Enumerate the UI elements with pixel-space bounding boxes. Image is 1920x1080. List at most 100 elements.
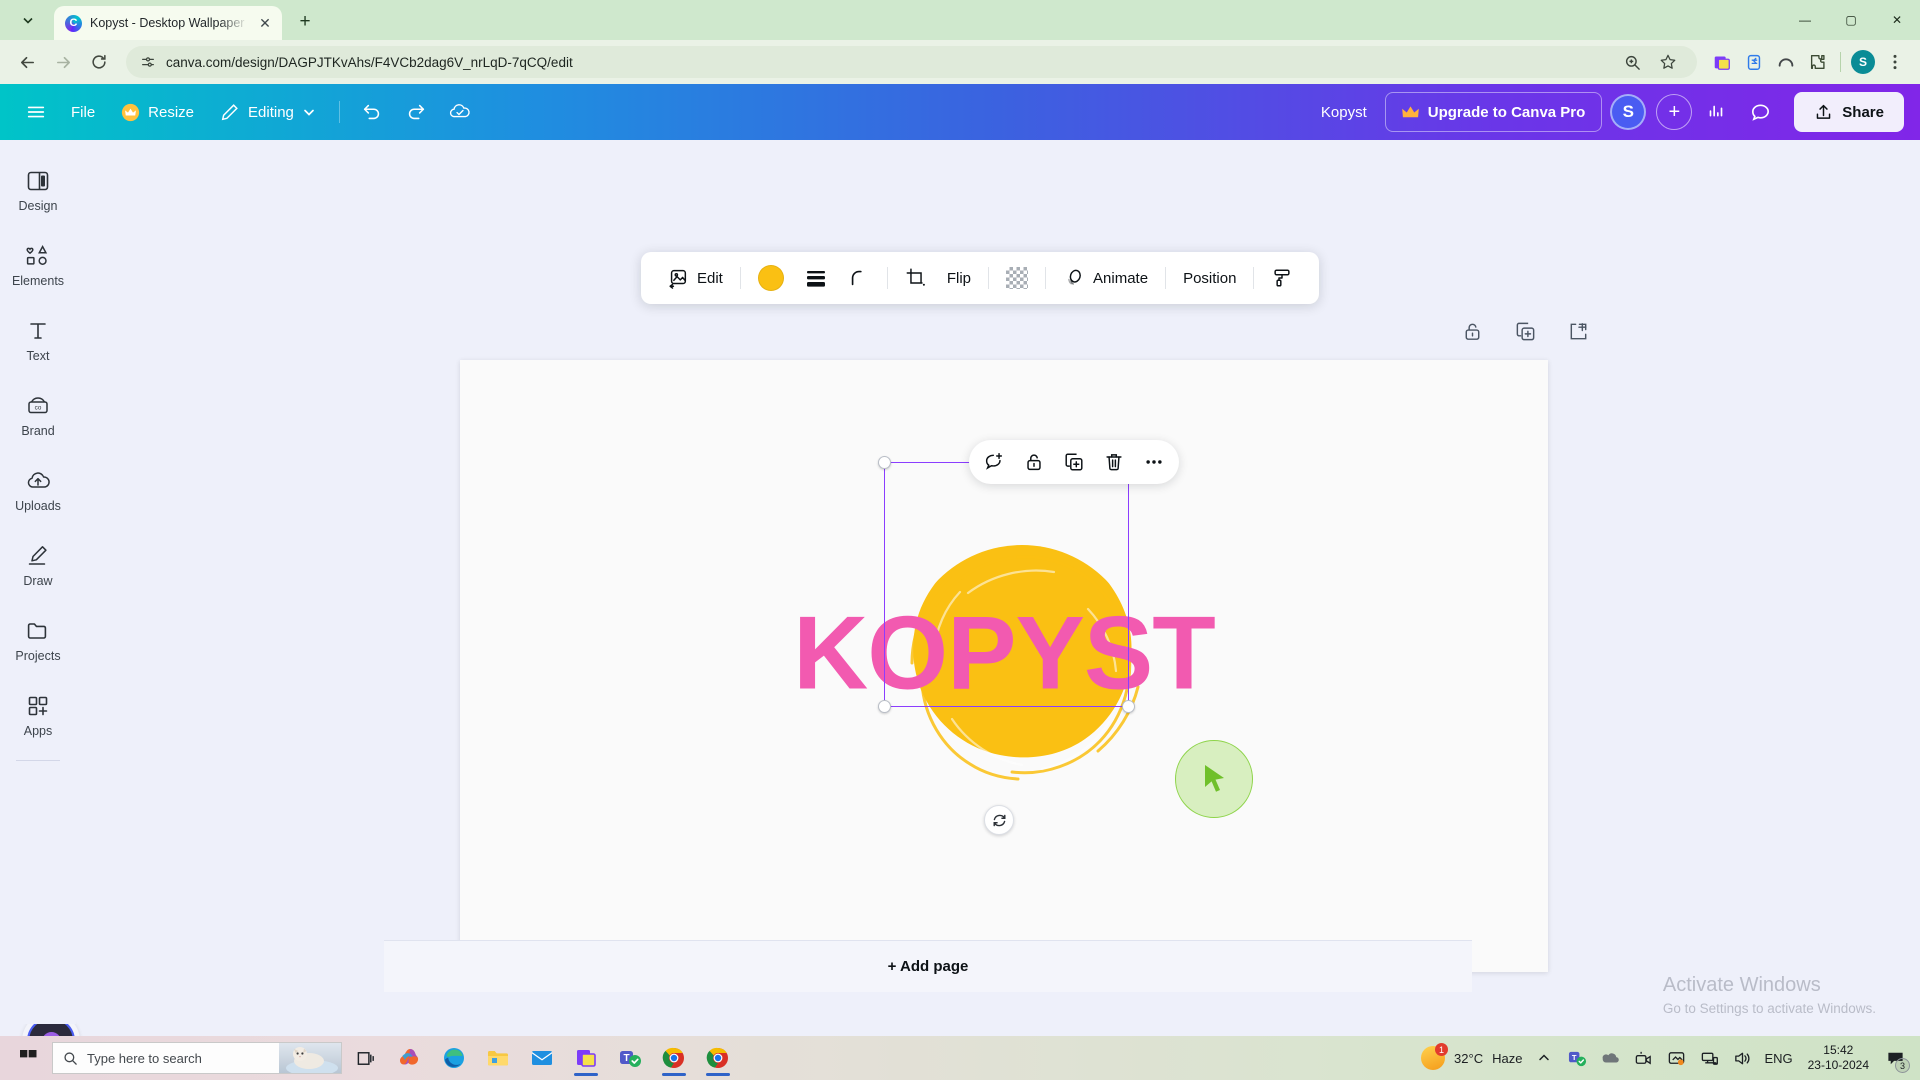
tune-icon[interactable] xyxy=(140,54,156,70)
minimize-icon[interactable]: — xyxy=(1782,0,1828,40)
avatar[interactable]: S xyxy=(1610,94,1647,130)
edit-image-button[interactable]: Edit xyxy=(657,259,733,297)
reload-icon[interactable] xyxy=(82,45,116,79)
hamburger-icon[interactable] xyxy=(16,94,56,130)
forward-arrow-icon[interactable] xyxy=(46,45,80,79)
line-weight-button[interactable] xyxy=(794,259,838,297)
zoom-icon[interactable] xyxy=(1617,47,1647,77)
svg-text:co: co xyxy=(35,404,42,411)
onedrive-icon[interactable] xyxy=(1599,1047,1621,1069)
sidebar-item-apps[interactable]: Apps xyxy=(2,679,74,751)
task-view-icon[interactable] xyxy=(346,1038,386,1078)
back-arrow-icon[interactable] xyxy=(10,45,44,79)
duplicate-icon[interactable] xyxy=(1063,451,1085,473)
brand-kit-icon: co xyxy=(28,396,48,413)
teams-icon[interactable]: T xyxy=(610,1038,650,1078)
language-indicator[interactable]: ENG xyxy=(1764,1051,1792,1066)
transparency-button[interactable] xyxy=(996,259,1038,297)
chrome-a-icon[interactable] xyxy=(654,1038,694,1078)
flip-label: Flip xyxy=(946,269,972,287)
sidebar-item-draw[interactable]: Draw xyxy=(2,529,74,601)
sidebar-item-text[interactable]: Text xyxy=(2,304,74,376)
file-menu-button[interactable]: File xyxy=(60,94,106,130)
flip-button[interactable]: Flip xyxy=(937,259,981,297)
crop-button[interactable] xyxy=(895,259,937,297)
sidebar-item-elements[interactable]: Elements xyxy=(2,229,74,301)
rotate-handle[interactable] xyxy=(984,805,1014,835)
sidebar-item-label: Uploads xyxy=(15,498,61,513)
toolbar-separator xyxy=(1165,267,1167,289)
sidebar-item-label: Design xyxy=(18,198,58,213)
redo-icon[interactable] xyxy=(396,94,436,130)
add-collaborator-button[interactable]: + xyxy=(1656,94,1693,130)
teams-tray-icon[interactable]: T xyxy=(1566,1047,1588,1069)
lock-page-icon[interactable] xyxy=(1461,320,1484,343)
bar-chart-icon[interactable] xyxy=(1696,94,1736,130)
add-page-icon[interactable] xyxy=(1567,320,1590,343)
weather-widget[interactable]: 1 32°C Haze xyxy=(1421,1043,1522,1070)
add-page-button[interactable]: + Add page xyxy=(384,940,1472,992)
header-divider xyxy=(338,101,340,123)
position-button[interactable]: Position xyxy=(1173,259,1246,297)
add-comment-icon[interactable] xyxy=(983,451,1005,473)
trash-icon[interactable] xyxy=(1103,451,1125,473)
three-dot-menu-icon[interactable] xyxy=(1880,47,1910,77)
browser-tab[interactable]: C Kopyst - Desktop Wallpaper - C ✕ xyxy=(54,6,282,40)
upgrade-to-canva-pro-button[interactable]: Upgrade to Canva Pro xyxy=(1384,92,1603,132)
sidebar-item-projects[interactable]: Projects xyxy=(2,604,74,676)
activate-windows-watermark: Activate Windows Go to Settings to activ… xyxy=(1663,974,1876,1016)
star-icon[interactable] xyxy=(1653,47,1683,77)
edge-icon[interactable] xyxy=(434,1038,474,1078)
tab-search-dropdown-icon[interactable] xyxy=(6,3,50,37)
more-dots-icon[interactable] xyxy=(1143,451,1165,473)
cloud-check-icon[interactable] xyxy=(440,94,480,130)
color-swatch-button[interactable] xyxy=(748,259,794,297)
clock[interactable]: 15:42 23-10-2024 xyxy=(1804,1043,1873,1073)
editing-label: Editing xyxy=(248,103,294,121)
blue-extension-icon[interactable] xyxy=(1739,47,1769,77)
layout-icon xyxy=(27,171,49,190)
lock-icon[interactable] xyxy=(1023,451,1045,473)
paint-roller-button[interactable] xyxy=(1261,259,1303,297)
close-icon[interactable]: ✕ xyxy=(1874,0,1920,40)
file-explorer-icon[interactable] xyxy=(478,1038,518,1078)
undo-icon[interactable] xyxy=(352,94,392,130)
clock-time: 15:42 xyxy=(1823,1043,1854,1057)
volume-icon[interactable] xyxy=(1731,1047,1753,1069)
kopyst-extension-icon[interactable] xyxy=(1707,47,1737,77)
search-input[interactable]: Type here to search xyxy=(52,1042,342,1074)
chevron-up-icon[interactable] xyxy=(1533,1047,1555,1069)
editing-mode-button[interactable]: Editing xyxy=(209,94,327,130)
sidebar-item-design[interactable]: Design xyxy=(2,154,74,226)
animate-button[interactable]: Animate xyxy=(1053,259,1158,297)
mail-icon[interactable] xyxy=(522,1038,562,1078)
resize-label: Resize xyxy=(148,103,195,121)
arc-extension-icon[interactable] xyxy=(1771,47,1801,77)
network-icon[interactable] xyxy=(1698,1047,1720,1069)
weather-temperature: 32°C xyxy=(1454,1050,1484,1066)
comment-icon[interactable] xyxy=(1740,94,1780,130)
screenshot-tray-icon[interactable] xyxy=(1665,1047,1687,1069)
duplicate-page-icon[interactable] xyxy=(1514,320,1537,343)
toolbar-separator xyxy=(1045,267,1047,289)
notification-icon[interactable]: 3 xyxy=(1884,1047,1910,1073)
share-button[interactable]: Share xyxy=(1794,92,1904,132)
browser-profile-avatar[interactable]: S xyxy=(1848,47,1878,77)
puzzle-extension-icon[interactable] xyxy=(1803,47,1833,77)
corner-rounding-button[interactable] xyxy=(838,259,880,297)
windows-taskbar: Type here to search T 1 32°C Haze T ENG … xyxy=(0,1036,1920,1080)
document-title[interactable]: Kopyst xyxy=(1307,104,1381,121)
maximize-icon[interactable]: ▢ xyxy=(1828,0,1874,40)
page-headline[interactable]: KOPYST xyxy=(460,595,1548,714)
chrome-s-icon[interactable] xyxy=(698,1038,738,1078)
close-icon[interactable]: ✕ xyxy=(256,14,274,32)
new-tab-button[interactable]: + xyxy=(290,7,320,37)
resize-button[interactable]: Resize xyxy=(110,94,205,130)
camera-tray-icon[interactable] xyxy=(1632,1047,1654,1069)
copilot-icon[interactable] xyxy=(390,1038,430,1078)
sidebar-item-uploads[interactable]: Uploads xyxy=(2,454,74,526)
windows-start-icon[interactable] xyxy=(8,1038,48,1078)
sidebar-item-brand[interactable]: co Brand xyxy=(2,379,74,451)
kopyst-icon[interactable] xyxy=(566,1038,606,1078)
address-bar[interactable]: canva.com/design/DAGPJTKvAhs/F4VCb2dag6V… xyxy=(126,46,1697,78)
